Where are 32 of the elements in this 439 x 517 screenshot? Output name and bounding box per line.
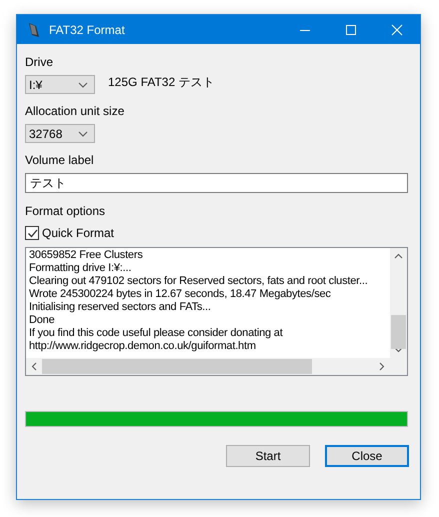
log-line: Initialising reserved sectors and FATs...	[29, 301, 212, 314]
log-line: Formatting drive I:¥:...	[29, 262, 132, 275]
log-line: Wrote 245300224 bytes in 12.67 seconds, 18.47 Megabytes/sec	[29, 288, 332, 301]
log-line: http://www.ridgecrop.demon.co.uk/guiformat.htm	[29, 340, 257, 353]
volume-label: Volume label	[25, 152, 94, 168]
chevron-down-icon[interactable]	[394, 347, 403, 353]
drive-info: 125G FAT32 テスト	[108, 74, 214, 91]
close-icon[interactable]	[391, 24, 403, 36]
log-line: If you find this code useful please consider donating at	[29, 327, 284, 340]
chevron-up-icon[interactable]	[394, 253, 403, 259]
drive-icon	[27, 22, 41, 38]
drive-dropdown[interactable]: I:¥	[25, 75, 95, 94]
dialog-button[interactable]: Close	[325, 445, 409, 467]
checkmark-icon	[26, 228, 38, 238]
volume-field[interactable]: テスト	[25, 173, 408, 193]
log-line: 30659852 Free Clusters	[29, 249, 144, 262]
chevron-left-icon[interactable]	[31, 362, 37, 371]
chevron-right-icon[interactable]	[379, 362, 385, 371]
log-line: Done	[29, 314, 56, 327]
chevron-down-icon	[78, 130, 88, 136]
allocation-dropdown[interactable]: 32768	[25, 124, 95, 143]
horizontal-scrollbar[interactable]	[26, 358, 407, 375]
chevron-down-icon	[78, 82, 88, 88]
allocation-label: Allocation unit size	[25, 103, 124, 119]
drive-label: Drive	[25, 54, 54, 70]
vertical-scrollbar[interactable]	[390, 248, 407, 358]
dialog-button[interactable]: Start	[226, 445, 310, 467]
options-label: Format options	[25, 203, 106, 219]
log-line: Clearing out 479102 sectors for Reserved sectors, fats and root cluster...	[29, 275, 369, 288]
window-title: FAT32 Format	[49, 22, 125, 36]
quick-format-checkbox[interactable]: Quick Format	[25, 226, 114, 240]
maximize-icon[interactable]	[345, 24, 357, 36]
